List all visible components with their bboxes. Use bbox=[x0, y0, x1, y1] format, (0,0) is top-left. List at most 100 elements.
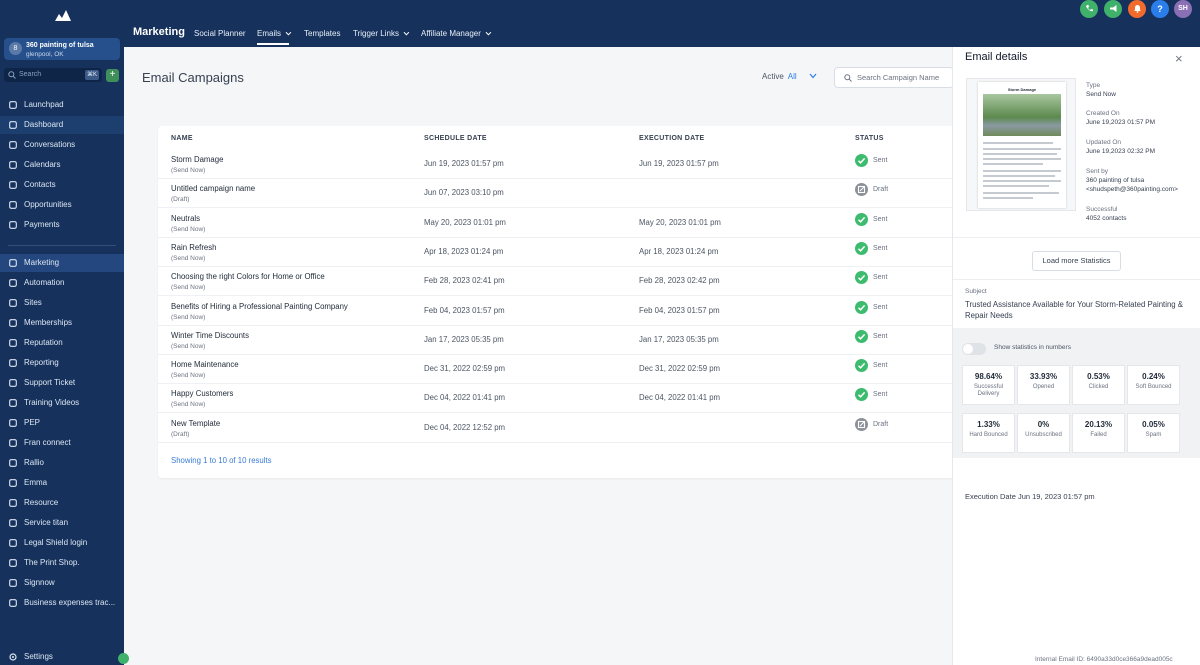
sidebar-item-calendars[interactable]: Calendars bbox=[0, 156, 124, 174]
sidebar-item-rallio[interactable]: Rallio bbox=[0, 454, 124, 472]
status-filter[interactable]: Active All bbox=[762, 72, 817, 81]
campaign-name[interactable]: Neutrals bbox=[171, 214, 200, 223]
sidebar-item-memberships[interactable]: Memberships bbox=[0, 314, 124, 332]
sidebar-item-sites[interactable]: Sites bbox=[0, 294, 124, 312]
sidebar-item-launchpad[interactable]: Launchpad bbox=[0, 96, 124, 114]
sidebar-item-service-titan[interactable]: Service titan bbox=[0, 514, 124, 532]
schedule-date: May 20, 2023 01:01 pm bbox=[424, 217, 506, 227]
sidebar-item-legal-shield-login[interactable]: Legal Shield login bbox=[0, 534, 124, 552]
stat-card: 0.05% Spam bbox=[1127, 413, 1180, 453]
stat-card: 0.53% Clicked bbox=[1072, 365, 1125, 405]
campaign-name[interactable]: Rain Refresh bbox=[171, 243, 217, 252]
campaign-name[interactable]: Winter Time Discounts bbox=[171, 331, 249, 340]
column-header-schedule[interactable]: SCHEDULE DATE bbox=[424, 135, 487, 142]
table-row[interactable]: Neutrals (Send Now) May 20, 2023 01:01 pm M… bbox=[158, 209, 958, 238]
table-row[interactable]: Winter Time Discounts (Send Now) Jan 17, 2… bbox=[158, 326, 958, 355]
column-header-name[interactable]: NAME bbox=[171, 135, 193, 142]
sidebar-item-training-videos[interactable]: Training Videos bbox=[0, 394, 124, 412]
schedule-date: Jun 07, 2023 03:10 pm bbox=[424, 188, 504, 198]
campaign-name[interactable]: Untitled campaign name bbox=[171, 184, 255, 193]
sidebar-item-contacts[interactable]: Contacts bbox=[0, 176, 124, 194]
phone-button[interactable] bbox=[1080, 0, 1098, 18]
sidebar-item-signnow[interactable]: Signnow bbox=[0, 574, 124, 592]
opportunities-icon bbox=[9, 201, 17, 209]
tab-trigger-links[interactable]: Trigger Links bbox=[353, 29, 410, 38]
campaign-name[interactable]: Benefits of Hiring a Professional Painti… bbox=[171, 302, 348, 311]
sidebar-item-opportunities[interactable]: Opportunities bbox=[0, 196, 124, 214]
draft-icon bbox=[855, 183, 868, 197]
sidebar-item-support-ticket[interactable]: Support Ticket bbox=[0, 374, 124, 392]
sidebar-item-business-expenses-trac[interactable]: Business expenses trac... bbox=[0, 594, 124, 612]
sidebar-item-conversations[interactable]: Conversations bbox=[0, 136, 124, 154]
tab-templates[interactable]: Templates bbox=[304, 29, 340, 38]
campaign-name[interactable]: New Template bbox=[171, 419, 220, 428]
sidebar-item-reporting[interactable]: Reporting bbox=[0, 354, 124, 372]
sidebar-item-settings[interactable]: Settings bbox=[0, 648, 124, 665]
table-row[interactable]: New Template (Draft) Dec 04, 2022 12:52 pm… bbox=[158, 414, 958, 443]
load-more-statistics-button[interactable]: Load more Statistics bbox=[1032, 251, 1121, 271]
campaign-name[interactable]: Home Maintenance bbox=[171, 360, 239, 369]
table-row[interactable]: Happy Customers (Send Now) Dec 04, 2022 01… bbox=[158, 384, 958, 414]
schedule-date: Jun 19, 2023 01:57 pm bbox=[424, 159, 504, 168]
sidebar-item-resource[interactable]: Resource bbox=[0, 494, 124, 512]
quick-add-button[interactable]: + bbox=[106, 69, 119, 82]
tab-emails[interactable]: Emails bbox=[257, 29, 292, 45]
table-row[interactable]: Storm Damage (Send Now) Jun 19, 2023 01:57… bbox=[158, 150, 958, 179]
execution-date-cell: May 20, 2023 01:01 pm bbox=[639, 217, 721, 227]
campaign-search-input[interactable]: Search Campaign Name bbox=[834, 67, 954, 88]
bell-icon bbox=[1133, 5, 1141, 13]
table-row[interactable]: Benefits of Hiring a Professional Painti… bbox=[158, 297, 958, 326]
link-icon bbox=[9, 479, 17, 487]
notifications-button[interactable] bbox=[1128, 0, 1146, 18]
dashboard-icon bbox=[9, 121, 17, 129]
announcements-button[interactable] bbox=[1104, 0, 1122, 18]
sidebar-item-emma[interactable]: Emma bbox=[0, 474, 124, 492]
help-button[interactable]: ? bbox=[1151, 0, 1169, 18]
table-row[interactable]: Untitled campaign name (Draft) Jun 07, 202… bbox=[158, 179, 958, 209]
table-row[interactable]: Rain Refresh (Send Now) Apr 18, 2023 01:24… bbox=[158, 238, 958, 267]
sidebar-item-pep[interactable]: PEP bbox=[0, 414, 124, 432]
panel-divider bbox=[953, 279, 1200, 280]
campaign-search-placeholder: Search Campaign Name bbox=[857, 73, 940, 82]
preview-text-line bbox=[983, 180, 1061, 182]
panel-title: Email details bbox=[965, 51, 1028, 63]
subject-value: Trusted Assistance Available for Your St… bbox=[965, 300, 1183, 320]
tab-social-planner[interactable]: Social Planner bbox=[194, 29, 246, 38]
sidebar-search[interactable]: Search ⌘K bbox=[4, 68, 102, 82]
stats-numbers-toggle[interactable] bbox=[962, 343, 986, 355]
campaign-name[interactable]: Storm Damage bbox=[171, 155, 223, 164]
sidebar-item-the-print-shop[interactable]: The Print Shop. bbox=[0, 554, 124, 572]
sidebar-item-reputation[interactable]: Reputation bbox=[0, 334, 124, 352]
sidebar-item-label: Resource bbox=[24, 498, 59, 507]
table-row[interactable]: Choosing the right Colors for Home or Of… bbox=[158, 267, 958, 297]
sidebar-item-marketing[interactable]: Marketing bbox=[0, 254, 124, 272]
sidebar-item-payments[interactable]: Payments bbox=[0, 216, 124, 234]
meta-updated: Updated On June 19,2023 02:32 PM bbox=[1086, 139, 1156, 155]
sidebar-item-label: Training Videos bbox=[24, 398, 80, 407]
campaign-name[interactable]: Choosing the right Colors for Home or Of… bbox=[171, 272, 325, 281]
sidebar-item-label: Service titan bbox=[24, 518, 69, 527]
tab-affiliate-manager[interactable]: Affiliate Manager bbox=[421, 29, 492, 38]
collapse-sidebar-button[interactable] bbox=[118, 653, 129, 664]
column-header-execution[interactable]: EXECUTION DATE bbox=[639, 135, 705, 142]
location-avatar: 8 bbox=[9, 42, 22, 55]
location-switcher[interactable]: 8 360 painting of tulsa glenpool, OK bbox=[4, 38, 120, 60]
chevron-down-icon bbox=[403, 29, 410, 36]
close-icon[interactable]: × bbox=[1175, 51, 1183, 66]
column-header-status[interactable]: STATUS bbox=[855, 135, 884, 142]
sidebar-item-automation[interactable]: Automation bbox=[0, 274, 124, 292]
execution-date-cell: Dec 31, 2022 02:59 pm bbox=[639, 364, 721, 374]
meta-created: Created On June 19,2023 01:57 PM bbox=[1086, 110, 1156, 126]
avatar[interactable]: SH bbox=[1174, 0, 1192, 18]
stat-value: 0% bbox=[1037, 420, 1050, 429]
table-row[interactable]: Home Maintenance (Send Now) Dec 31, 2022 0… bbox=[158, 355, 958, 385]
sidebar-item-fran-connect[interactable]: Fran connect bbox=[0, 434, 124, 452]
email-preview[interactable]: Storm Damage bbox=[966, 78, 1076, 211]
link-icon bbox=[9, 459, 17, 467]
campaign-name[interactable]: Happy Customers bbox=[171, 389, 233, 398]
stat-value: 1.33% bbox=[977, 420, 1000, 429]
sidebar-item-label: Support Ticket bbox=[24, 378, 76, 387]
sidebar-item-dashboard[interactable]: Dashboard bbox=[0, 116, 124, 134]
sidebar-item-label: Fran connect bbox=[24, 438, 71, 447]
stat-label: Hard Bounced bbox=[969, 432, 1008, 438]
